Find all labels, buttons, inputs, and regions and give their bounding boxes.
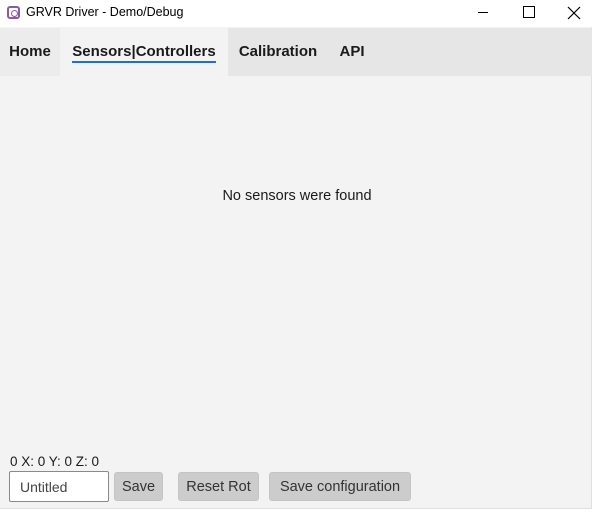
tab-strip: Home Sensors|Controllers Calibration API bbox=[0, 28, 592, 76]
tab-sensors-controllers[interactable]: Sensors|Controllers bbox=[60, 28, 228, 76]
tab-label: Sensors|Controllers bbox=[72, 43, 216, 63]
no-sensors-message: No sensors were found bbox=[222, 188, 372, 204]
rotation-readout: 0 X: 0 Y: 0 Z: 0 bbox=[10, 454, 100, 469]
window-title: GRVR Driver - Demo/Debug bbox=[26, 5, 184, 19]
save-button[interactable]: Save bbox=[114, 472, 163, 501]
close-icon[interactable] bbox=[552, 0, 592, 27]
title-bar[interactable]: GRVR Driver - Demo/Debug bbox=[0, 0, 592, 27]
tab-label: Calibration bbox=[238, 43, 318, 60]
tab-label: Home bbox=[9, 43, 51, 60]
tab-home[interactable]: Home bbox=[0, 28, 60, 76]
tab-api[interactable]: API bbox=[330, 28, 374, 76]
app-window: GRVR Driver - Demo/Debug Home Sensors|Co… bbox=[0, 0, 592, 509]
tab-label: API bbox=[339, 43, 365, 60]
minimize-icon[interactable] bbox=[460, 0, 506, 27]
reset-rot-button[interactable]: Reset Rot bbox=[178, 472, 259, 501]
save-configuration-button[interactable]: Save configuration bbox=[269, 472, 411, 501]
app-logo-icon bbox=[7, 6, 20, 19]
configuration-name-input[interactable] bbox=[9, 471, 109, 502]
maximize-icon[interactable] bbox=[506, 0, 552, 27]
tab-calibration[interactable]: Calibration bbox=[228, 28, 328, 76]
